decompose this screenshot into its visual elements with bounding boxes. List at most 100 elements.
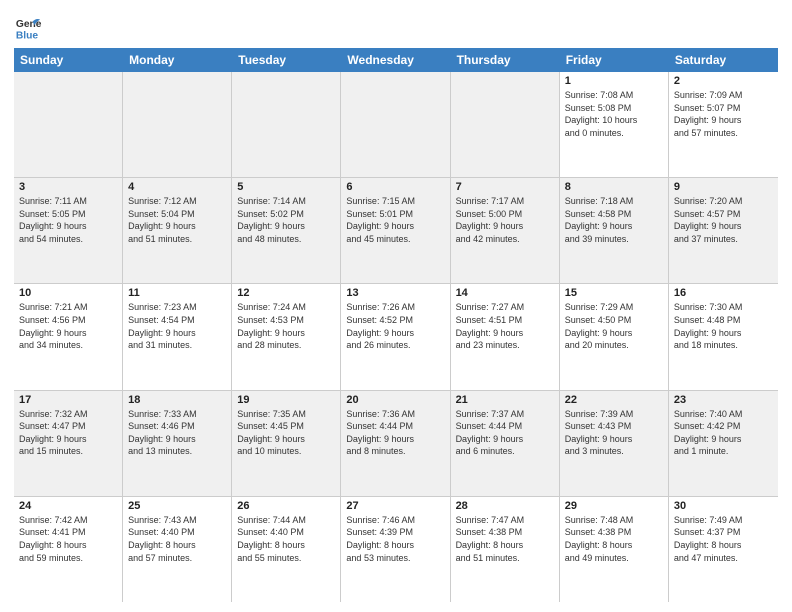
- day-number: 28: [456, 500, 554, 512]
- weekday-header-wednesday: Wednesday: [341, 48, 450, 72]
- day-info: Sunrise: 7:08 AM Sunset: 5:08 PM Dayligh…: [565, 89, 663, 139]
- day-info: Sunrise: 7:39 AM Sunset: 4:43 PM Dayligh…: [565, 408, 663, 458]
- day-info: Sunrise: 7:12 AM Sunset: 5:04 PM Dayligh…: [128, 195, 226, 245]
- day-number: 16: [674, 287, 773, 299]
- day-number: 3: [19, 181, 117, 193]
- svg-text:Blue: Blue: [16, 30, 39, 41]
- calendar-header: SundayMondayTuesdayWednesdayThursdayFrid…: [14, 48, 778, 72]
- day-number: 14: [456, 287, 554, 299]
- day-cell-10: 10 Sunrise: 7:21 AM Sunset: 4:56 PM Dayli…: [14, 284, 123, 389]
- empty-cell: [14, 72, 123, 177]
- day-cell-28: 28Sunrise: 7:47 AM Sunset: 4:38 PM Dayli…: [451, 497, 560, 602]
- day-number: 13: [346, 287, 444, 299]
- weekday-header-sunday: Sunday: [14, 48, 123, 72]
- day-cell-9: 9 Sunrise: 7:20 AM Sunset: 4:57 PM Daylig…: [669, 178, 778, 283]
- day-number: 10: [19, 287, 117, 299]
- page-header: General Blue: [14, 10, 778, 42]
- day-info: Sunrise: 7:36 AM Sunset: 4:44 PM Dayligh…: [346, 408, 444, 458]
- day-number: 15: [565, 287, 663, 299]
- day-number: 4: [128, 181, 226, 193]
- day-number: 30: [674, 500, 773, 512]
- day-number: 29: [565, 500, 663, 512]
- day-info: Sunrise: 7:42 AM Sunset: 4:41 PM Dayligh…: [19, 514, 117, 564]
- weekday-header-tuesday: Tuesday: [232, 48, 341, 72]
- logo: General Blue: [14, 14, 44, 42]
- day-info: Sunrise: 7:49 AM Sunset: 4:37 PM Dayligh…: [674, 514, 773, 564]
- day-cell-5: 5 Sunrise: 7:14 AM Sunset: 5:02 PM Daylig…: [232, 178, 341, 283]
- day-info: Sunrise: 7:32 AM Sunset: 4:47 PM Dayligh…: [19, 408, 117, 458]
- day-cell-4: 4 Sunrise: 7:12 AM Sunset: 5:04 PM Daylig…: [123, 178, 232, 283]
- day-info: Sunrise: 7:27 AM Sunset: 4:51 PM Dayligh…: [456, 301, 554, 351]
- day-cell-6: 6 Sunrise: 7:15 AM Sunset: 5:01 PM Daylig…: [341, 178, 450, 283]
- day-info: Sunrise: 7:15 AM Sunset: 5:01 PM Dayligh…: [346, 195, 444, 245]
- day-cell-2: 2 Sunrise: 7:09 AM Sunset: 5:07 PM Daylig…: [669, 72, 778, 177]
- calendar-week-5: 24 Sunrise: 7:42 AM Sunset: 4:41 PM Dayli…: [14, 497, 778, 602]
- day-info: Sunrise: 7:37 AM Sunset: 4:44 PM Dayligh…: [456, 408, 554, 458]
- day-cell-8: 8Sunrise: 7:18 AM Sunset: 4:58 PM Daylig…: [560, 178, 669, 283]
- day-number: 2: [674, 75, 773, 87]
- day-info: Sunrise: 7:11 AM Sunset: 5:05 PM Dayligh…: [19, 195, 117, 245]
- day-info: Sunrise: 7:48 AM Sunset: 4:38 PM Dayligh…: [565, 514, 663, 564]
- day-info: Sunrise: 7:21 AM Sunset: 4:56 PM Dayligh…: [19, 301, 117, 351]
- calendar-week-4: 17 Sunrise: 7:32 AM Sunset: 4:47 PM Dayli…: [14, 391, 778, 497]
- day-info: Sunrise: 7:30 AM Sunset: 4:48 PM Dayligh…: [674, 301, 773, 351]
- day-number: 26: [237, 500, 335, 512]
- day-cell-23: 23 Sunrise: 7:40 AM Sunset: 4:42 PM Dayli…: [669, 391, 778, 496]
- day-cell-30: 30 Sunrise: 7:49 AM Sunset: 4:37 PM Dayli…: [669, 497, 778, 602]
- day-info: Sunrise: 7:17 AM Sunset: 5:00 PM Dayligh…: [456, 195, 554, 245]
- day-number: 17: [19, 394, 117, 406]
- day-cell-12: 12 Sunrise: 7:24 AM Sunset: 4:53 PM Dayli…: [232, 284, 341, 389]
- empty-cell: [123, 72, 232, 177]
- day-info: Sunrise: 7:09 AM Sunset: 5:07 PM Dayligh…: [674, 89, 773, 139]
- day-info: Sunrise: 7:24 AM Sunset: 4:53 PM Dayligh…: [237, 301, 335, 351]
- day-info: Sunrise: 7:43 AM Sunset: 4:40 PM Dayligh…: [128, 514, 226, 564]
- day-number: 24: [19, 500, 117, 512]
- calendar-week-1: 1Sunrise: 7:08 AM Sunset: 5:08 PM Daylig…: [14, 72, 778, 178]
- day-info: Sunrise: 7:33 AM Sunset: 4:46 PM Dayligh…: [128, 408, 226, 458]
- day-cell-27: 27Sunrise: 7:46 AM Sunset: 4:39 PM Dayli…: [341, 497, 450, 602]
- day-number: 27: [346, 500, 444, 512]
- day-number: 9: [674, 181, 773, 193]
- day-number: 21: [456, 394, 554, 406]
- day-cell-3: 3 Sunrise: 7:11 AM Sunset: 5:05 PM Daylig…: [14, 178, 123, 283]
- day-number: 6: [346, 181, 444, 193]
- weekday-header-friday: Friday: [560, 48, 669, 72]
- day-cell-29: 29 Sunrise: 7:48 AM Sunset: 4:38 PM Dayli…: [560, 497, 669, 602]
- calendar-week-3: 10 Sunrise: 7:21 AM Sunset: 4:56 PM Dayli…: [14, 284, 778, 390]
- day-number: 20: [346, 394, 444, 406]
- day-cell-22: 22 Sunrise: 7:39 AM Sunset: 4:43 PM Dayli…: [560, 391, 669, 496]
- empty-cell: [341, 72, 450, 177]
- day-cell-25: 25 Sunrise: 7:43 AM Sunset: 4:40 PM Dayli…: [123, 497, 232, 602]
- day-cell-17: 17 Sunrise: 7:32 AM Sunset: 4:47 PM Dayli…: [14, 391, 123, 496]
- day-cell-11: 11Sunrise: 7:23 AM Sunset: 4:54 PM Dayli…: [123, 284, 232, 389]
- day-info: Sunrise: 7:20 AM Sunset: 4:57 PM Dayligh…: [674, 195, 773, 245]
- day-number: 7: [456, 181, 554, 193]
- day-number: 11: [128, 287, 226, 299]
- day-info: Sunrise: 7:14 AM Sunset: 5:02 PM Dayligh…: [237, 195, 335, 245]
- day-number: 23: [674, 394, 773, 406]
- day-info: Sunrise: 7:44 AM Sunset: 4:40 PM Dayligh…: [237, 514, 335, 564]
- empty-cell: [232, 72, 341, 177]
- day-cell-14: 14 Sunrise: 7:27 AM Sunset: 4:51 PM Dayli…: [451, 284, 560, 389]
- day-info: Sunrise: 7:40 AM Sunset: 4:42 PM Dayligh…: [674, 408, 773, 458]
- day-cell-16: 16 Sunrise: 7:30 AM Sunset: 4:48 PM Dayli…: [669, 284, 778, 389]
- weekday-header-thursday: Thursday: [451, 48, 560, 72]
- day-info: Sunrise: 7:29 AM Sunset: 4:50 PM Dayligh…: [565, 301, 663, 351]
- day-number: 5: [237, 181, 335, 193]
- day-info: Sunrise: 7:26 AM Sunset: 4:52 PM Dayligh…: [346, 301, 444, 351]
- day-number: 22: [565, 394, 663, 406]
- logo-icon: General Blue: [14, 14, 42, 42]
- weekday-header-monday: Monday: [123, 48, 232, 72]
- day-cell-20: 20 Sunrise: 7:36 AM Sunset: 4:44 PM Dayli…: [341, 391, 450, 496]
- day-cell-21: 21 Sunrise: 7:37 AM Sunset: 4:44 PM Dayli…: [451, 391, 560, 496]
- day-number: 12: [237, 287, 335, 299]
- day-info: Sunrise: 7:35 AM Sunset: 4:45 PM Dayligh…: [237, 408, 335, 458]
- day-cell-13: 13 Sunrise: 7:26 AM Sunset: 4:52 PM Dayli…: [341, 284, 450, 389]
- day-cell-18: 18 Sunrise: 7:33 AM Sunset: 4:46 PM Dayli…: [123, 391, 232, 496]
- day-number: 18: [128, 394, 226, 406]
- empty-cell: [451, 72, 560, 177]
- day-info: Sunrise: 7:18 AM Sunset: 4:58 PM Dayligh…: [565, 195, 663, 245]
- day-cell-15: 15 Sunrise: 7:29 AM Sunset: 4:50 PM Dayli…: [560, 284, 669, 389]
- weekday-header-saturday: Saturday: [669, 48, 778, 72]
- day-number: 25: [128, 500, 226, 512]
